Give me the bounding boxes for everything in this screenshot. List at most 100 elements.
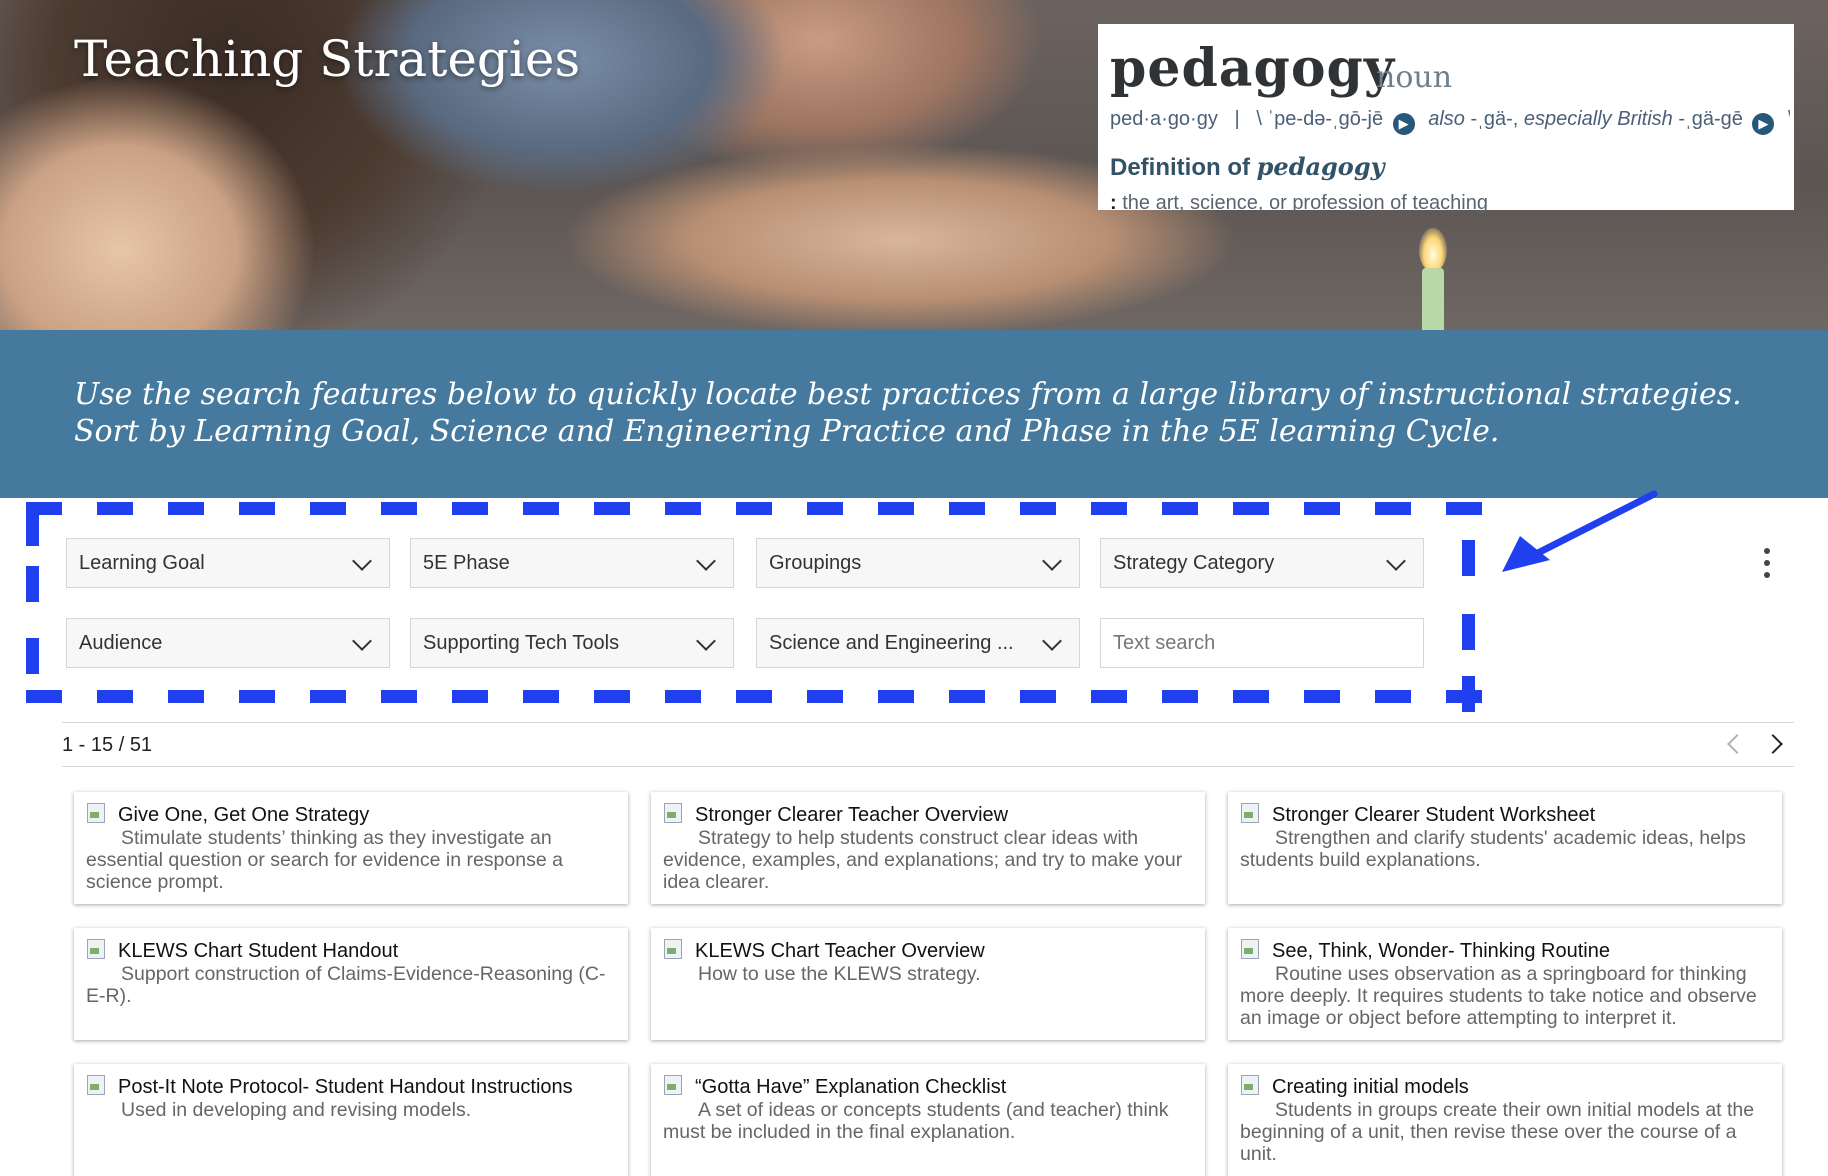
annotation-dash-segment — [310, 502, 346, 515]
annotation-dash-segment — [1375, 502, 1411, 515]
annotation-dash-segment — [168, 502, 204, 515]
tech-tools-label: Supporting Tech Tools — [423, 632, 620, 654]
more-vert-icon[interactable] — [1760, 548, 1774, 578]
broken-image-icon — [663, 1074, 685, 1096]
annotation-dash-segment — [26, 566, 39, 602]
divider — [62, 766, 1794, 767]
prev-page-button[interactable] — [1718, 728, 1748, 758]
card-title-text: Give One, Get One Strategy — [118, 804, 370, 826]
card-title: “Gotta Have” Explanation Checklist — [663, 1074, 1193, 1099]
annotation-dash-segment — [26, 638, 39, 674]
annotation-dash-segment — [1162, 690, 1198, 703]
annotation-dash-segment — [949, 502, 985, 515]
strategy-card[interactable]: See, Think, Wonder- Thinking Routine Rout… — [1228, 928, 1782, 1040]
pronunciation-trailing: \ — [1788, 108, 1790, 130]
card-description: Used in developing and revising models. — [86, 1099, 616, 1121]
groupings-dropdown[interactable]: Groupings — [756, 538, 1080, 588]
especially-label: especially British — [1523, 108, 1673, 130]
broken-image-icon — [86, 802, 108, 824]
card-description: Stimulate students’ thinking as they inv… — [86, 827, 616, 893]
definition-colon: : — [1110, 192, 1117, 214]
strategy-card[interactable]: “Gotta Have” Explanation Checklist A set … — [651, 1064, 1205, 1176]
next-page-button[interactable] — [1760, 728, 1790, 758]
annotation-dash-segment — [1446, 502, 1482, 515]
card-title-text: KLEWS Chart Teacher Overview — [695, 940, 985, 962]
strategy-category-label: Strategy Category — [1113, 552, 1275, 574]
separator: | — [1234, 108, 1240, 130]
annotation-dash-segment — [665, 502, 701, 515]
annotation-dash-segment — [594, 502, 630, 515]
tech-tools-dropdown[interactable]: Supporting Tech Tools — [410, 618, 734, 668]
strategy-card[interactable]: Post-It Note Protocol- Student Handout I… — [74, 1064, 628, 1176]
card-title: Post-It Note Protocol- Student Handout I… — [86, 1074, 616, 1099]
candle — [1422, 268, 1444, 330]
card-description: Strengthen and clarify students' academi… — [1240, 827, 1770, 871]
chevron-right-icon — [1763, 734, 1783, 754]
card-title-text: Post-It Note Protocol- Student Handout I… — [118, 1076, 573, 1098]
sep-dropdown[interactable]: Science and Engineering ... — [756, 618, 1080, 668]
card-title-text: Stronger Clearer Student Worksheet — [1272, 804, 1596, 826]
syllables: ped·a·go·gy — [1110, 108, 1218, 130]
arrow-annotation-icon — [1502, 490, 1658, 572]
chevron-left-icon — [1727, 734, 1747, 754]
chevron-down-icon — [352, 551, 372, 571]
learning-goal-label: Learning Goal — [79, 552, 205, 574]
strategy-card[interactable]: KLEWS Chart Teacher Overview How to use t… — [651, 928, 1205, 1040]
card-title-text: Creating initial models — [1272, 1076, 1469, 1098]
annotation-dash-segment — [878, 690, 914, 703]
annotation-dash-segment — [1020, 690, 1056, 703]
annotation-dash-segment — [1462, 614, 1475, 650]
audience-dropdown[interactable]: Audience — [66, 618, 390, 668]
definition-heading-label: Definition of — [1110, 154, 1250, 181]
strategy-card[interactable]: Stronger Clearer Student Worksheet Streng… — [1228, 792, 1782, 904]
broken-image-icon — [86, 938, 108, 960]
strategy-card[interactable]: Stronger Clearer Teacher Overview Strateg… — [651, 792, 1205, 904]
speaker-icon[interactable]: ▶ — [1752, 113, 1775, 135]
alt-pronunciation-2: -ˌgä-gē — [1678, 108, 1743, 130]
card-description-rest: E-R). — [86, 985, 132, 1007]
sep-label: Science and Engineering ... — [769, 632, 1014, 654]
dictionary-pronunciation: ped·a·go·gy | \ ˈpe-də-ˌgō-jē ▶ also -ˌg… — [1110, 108, 1790, 135]
annotation-dash-segment — [1233, 690, 1269, 703]
learning-goal-dropdown[interactable]: Learning Goal — [66, 538, 390, 588]
annotation-dash-segment — [1304, 502, 1340, 515]
speaker-icon[interactable]: ▶ — [1392, 113, 1415, 135]
definition-heading-word: pedagogy — [1256, 152, 1385, 181]
broken-image-icon — [1240, 1074, 1262, 1096]
page-title: Teaching Strategies — [74, 30, 581, 88]
annotation-dash-segment — [97, 690, 133, 703]
card-description-first: Support construction of Claims-Evidence-… — [121, 963, 606, 985]
annotation-dash-segment — [1091, 502, 1127, 515]
definition-body: the art, science, or profession of teach… — [1122, 192, 1488, 214]
annotation-dash-segment — [310, 690, 346, 703]
card-title: See, Think, Wonder- Thinking Routine — [1240, 938, 1770, 963]
text-search-field[interactable] — [1100, 618, 1424, 668]
dictionary-part-of-speech: noun — [1376, 60, 1453, 95]
annotation-dash-segment — [381, 502, 417, 515]
card-description-first: Strategy to help students construct clea… — [698, 827, 1139, 849]
card-description-first: A set of ideas or concepts students (and… — [698, 1099, 1169, 1121]
strategy-category-dropdown[interactable]: Strategy Category — [1100, 538, 1424, 588]
annotation-dash-segment — [452, 690, 488, 703]
card-title-text: See, Think, Wonder- Thinking Routine — [1272, 940, 1610, 962]
annotation-dash-segment — [1375, 690, 1411, 703]
intro-banner: Use the search features below to quickly… — [0, 330, 1828, 498]
annotation-dash-segment — [1462, 676, 1475, 712]
card-description-first: Used in developing and revising models. — [121, 1099, 472, 1121]
broken-image-icon — [1240, 938, 1262, 960]
chevron-down-icon — [1042, 551, 1062, 571]
card-description-rest: must be included in the final explanatio… — [663, 1121, 1016, 1143]
alt-pronunciation-1: -ˌgä-, — [1470, 108, 1519, 130]
strategy-card[interactable]: Give One, Get One Strategy Stimulate stud… — [74, 792, 628, 904]
text-search-input[interactable] — [1101, 619, 1423, 667]
5e-phase-dropdown[interactable]: 5E Phase — [410, 538, 734, 588]
strategy-card[interactable]: KLEWS Chart Student Handout Support const… — [74, 928, 628, 1040]
card-description: Routine uses observation as a springboar… — [1240, 963, 1770, 1029]
annotation-dash-segment — [807, 502, 843, 515]
hero-banner: Teaching Strategies pedagogy noun ped·a·… — [0, 0, 1828, 330]
strategy-card[interactable]: Creating initial models Students in group… — [1228, 1064, 1782, 1176]
annotation-dash-segment — [736, 502, 772, 515]
annotation-dash-segment — [949, 690, 985, 703]
annotation-dash-segment — [1020, 502, 1056, 515]
annotation-dash-segment — [1233, 502, 1269, 515]
